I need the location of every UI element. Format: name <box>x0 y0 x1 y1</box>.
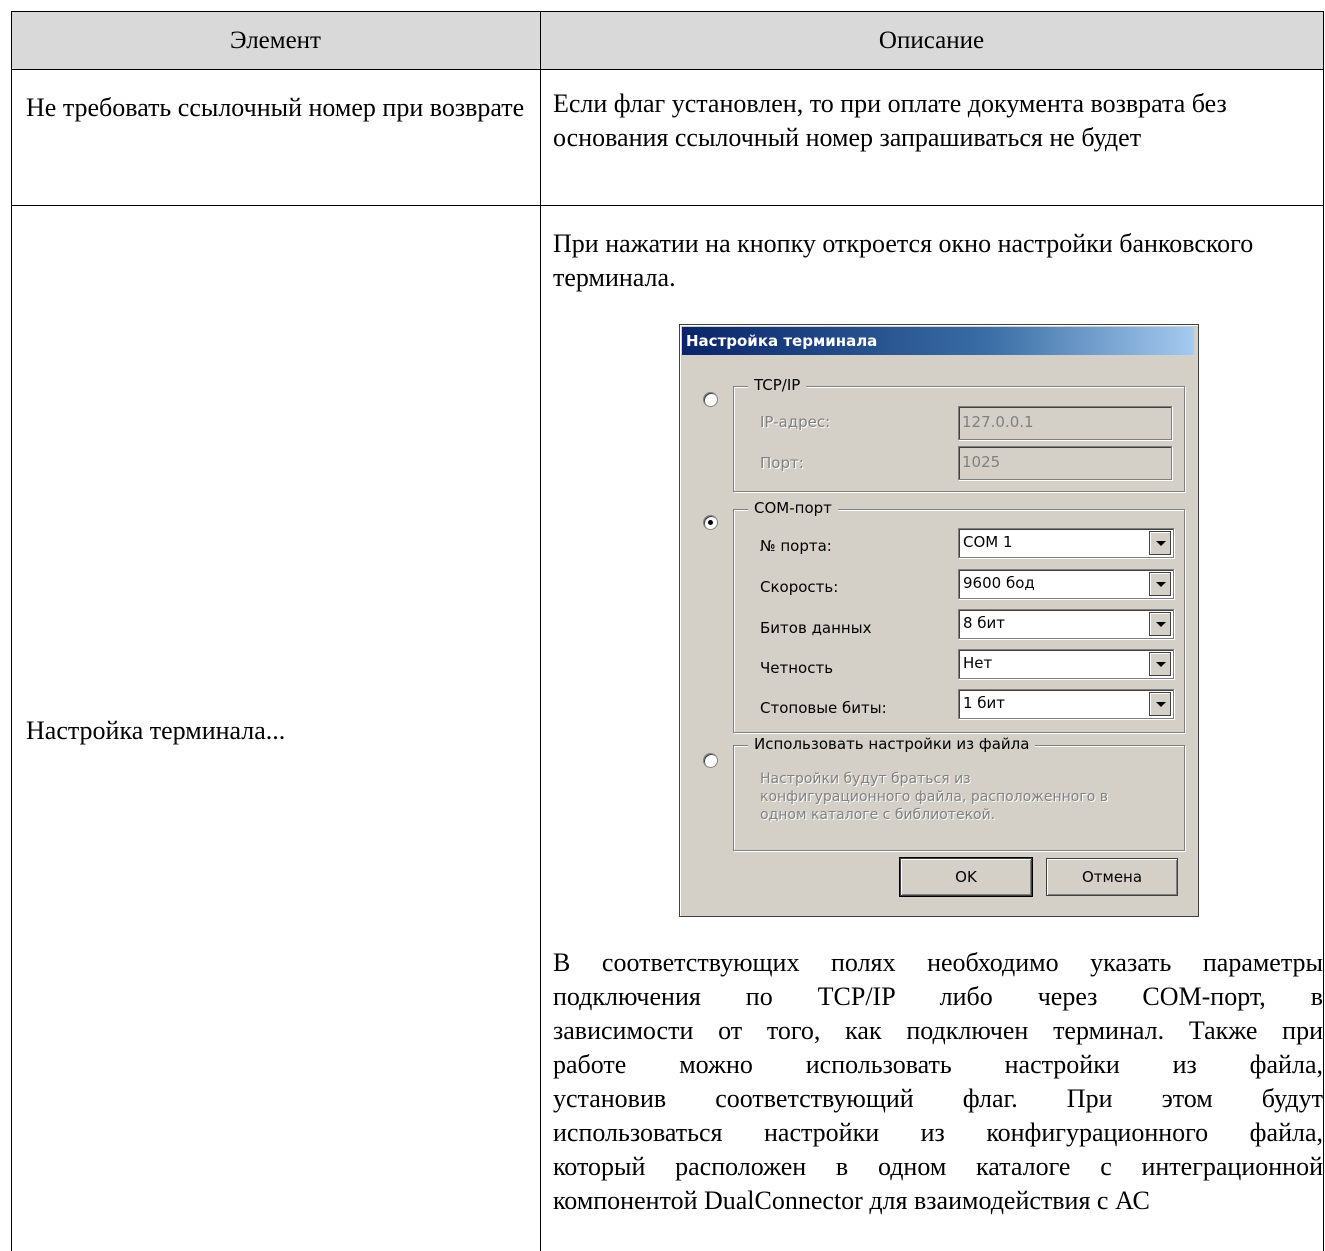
port-field[interactable]: 1025 <box>958 446 1172 480</box>
row1-element-cell: Не требовать ссылочный номер при возврат… <box>26 93 525 122</box>
column-header-element: Элемент <box>230 27 321 54</box>
dialog-title-bar: Настройка терминала <box>682 327 1194 355</box>
table-column-divider <box>540 11 541 1251</box>
parity-select[interactable]: Нет <box>958 649 1174 679</box>
row2-intro-text: При нажатии на кнопку откроется окно нас… <box>553 229 1254 292</box>
tcp-ip-radio[interactable] <box>703 392 718 407</box>
paragraph-line: зависимости от того, как подключен терми… <box>553 1016 1323 1045</box>
table-border-left <box>11 11 12 1251</box>
paragraph-line: компонентой DualConnector для взаимодейс… <box>553 1186 1150 1215</box>
paragraph-line: использоваться настройки из конфигурацио… <box>553 1118 1323 1147</box>
chevron-down-icon[interactable] <box>1149 652 1171 676</box>
paragraph-line: который расположен в одном каталоге с ин… <box>553 1152 1323 1181</box>
speed-select[interactable]: 9600 бод <box>958 569 1174 599</box>
port-number-label: № порта: <box>760 537 832 555</box>
chevron-down-icon[interactable] <box>1149 612 1171 636</box>
ok-button[interactable]: OK <box>899 857 1033 897</box>
column-header-description: Описание <box>878 27 985 54</box>
stop-bits-label: Стоповые биты: <box>760 699 887 717</box>
data-bits-value: 8 бит <box>963 614 1006 632</box>
file-settings-note: Настройки будут браться из конфигурацион… <box>760 771 1108 823</box>
port-number-value: COM 1 <box>963 533 1013 551</box>
chevron-down-icon[interactable] <box>1149 531 1171 555</box>
ip-address-label: IP-адрес: <box>760 413 831 431</box>
document-table: Элемент Описание Не требовать ссылочный … <box>0 0 1325 1251</box>
data-bits-label: Битов данных <box>760 619 872 637</box>
parity-label: Четность <box>760 659 834 677</box>
row1-description-cell: Если флаг установлен, то при оплате доку… <box>553 89 1227 152</box>
paragraph-line: подключения по TCP/IP либо через COM-пор… <box>553 982 1323 1011</box>
speed-value: 9600 бод <box>963 574 1035 592</box>
table-row-divider <box>11 205 1324 206</box>
speed-label: Скорость: <box>760 578 839 596</box>
ip-address-field[interactable]: 127.0.0.1 <box>958 406 1172 440</box>
cancel-button[interactable]: Отмена <box>1046 858 1178 896</box>
parity-value: Нет <box>963 654 993 672</box>
paragraph-line: работе можно использовать настройки из ф… <box>553 1050 1323 1079</box>
paragraph-line: В соответствующих полях необходимо указа… <box>553 948 1323 977</box>
row2-description-paragraph: В соответствующих полях необходимо указа… <box>553 946 1323 1218</box>
row2-element-cell: Настройка терминала... <box>26 716 286 745</box>
data-bits-select[interactable]: 8 бит <box>958 609 1174 639</box>
com-port-legend: COM-порт <box>748 499 838 517</box>
chevron-down-icon[interactable] <box>1149 692 1171 716</box>
chevron-down-icon[interactable] <box>1149 572 1171 596</box>
port-number-select[interactable]: COM 1 <box>958 528 1174 558</box>
terminal-settings-dialog: Настройка терминала TCP/IP IP-адрес: 127… <box>679 324 1199 917</box>
paragraph-line: установив соответствующий флаг. При этом… <box>553 1084 1323 1113</box>
table-header-row: Элемент Описание <box>11 11 1323 70</box>
use-file-settings-radio[interactable] <box>703 753 718 768</box>
tcp-ip-legend: TCP/IP <box>748 376 807 394</box>
table-border-right <box>1323 11 1324 1251</box>
stop-bits-select[interactable]: 1 бит <box>958 689 1174 719</box>
stop-bits-value: 1 бит <box>963 694 1006 712</box>
port-label: Порт: <box>760 454 804 472</box>
com-port-radio[interactable] <box>703 515 718 530</box>
file-settings-legend: Использовать настройки из файла <box>748 735 1036 753</box>
